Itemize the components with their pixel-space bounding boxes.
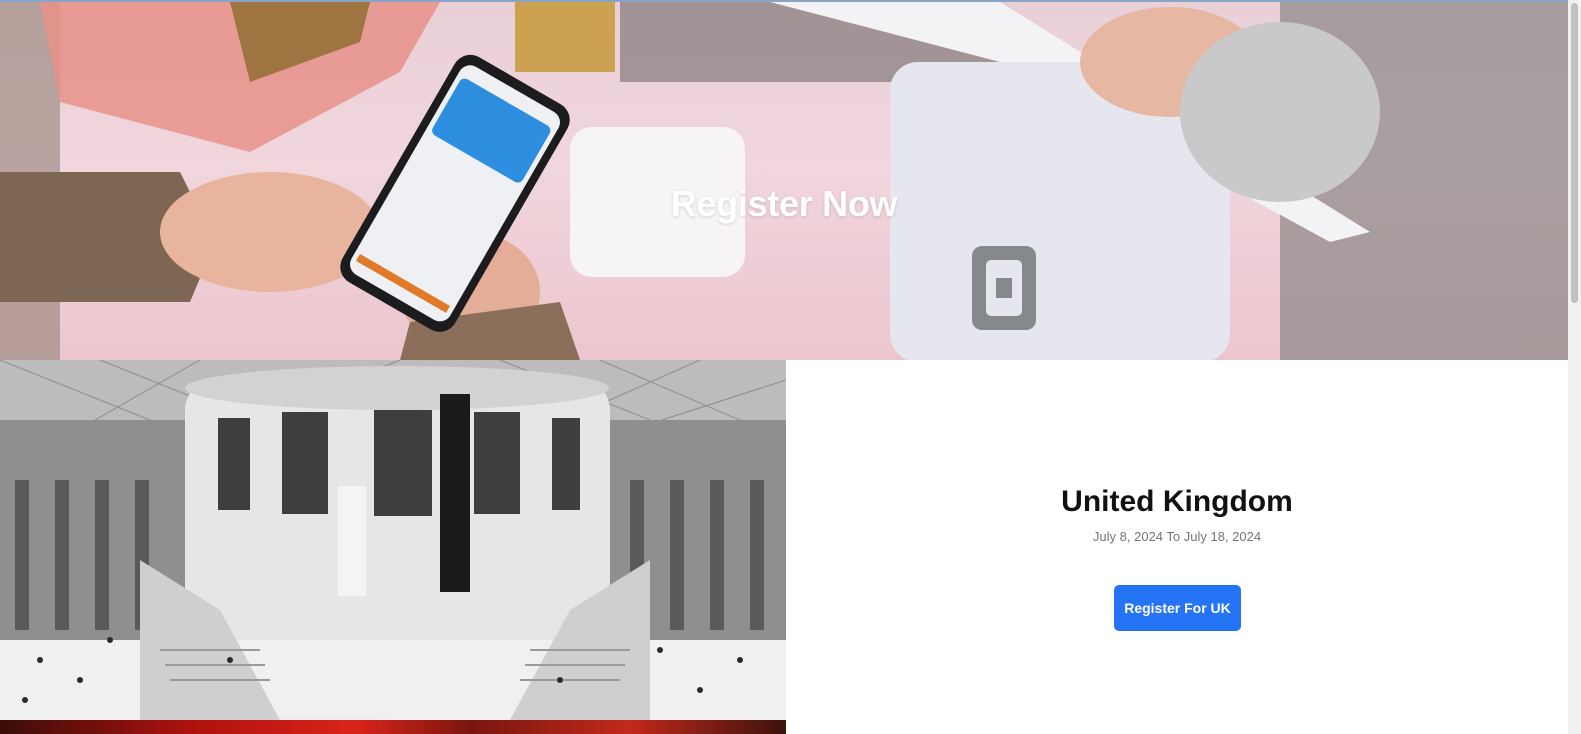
event-photo-british-museum: [0, 360, 786, 720]
hero-photo-phone-payment: [0, 2, 1568, 360]
scrollbar-thumb[interactable]: [1571, 3, 1578, 303]
hero-banner: Register Now: [0, 2, 1568, 360]
hero-title: Register Now: [670, 183, 898, 225]
event-info-panel: United Kingdom July 8, 2024 To July 18, …: [786, 360, 1568, 734]
next-event-photo-edge: [0, 720, 786, 734]
museum-image: [0, 360, 786, 720]
event-dates: July 8, 2024 To July 18, 2024: [1092, 529, 1262, 544]
register-uk-button[interactable]: Register For UK: [1114, 585, 1241, 631]
event-country-title: United Kingdom: [1061, 484, 1293, 518]
